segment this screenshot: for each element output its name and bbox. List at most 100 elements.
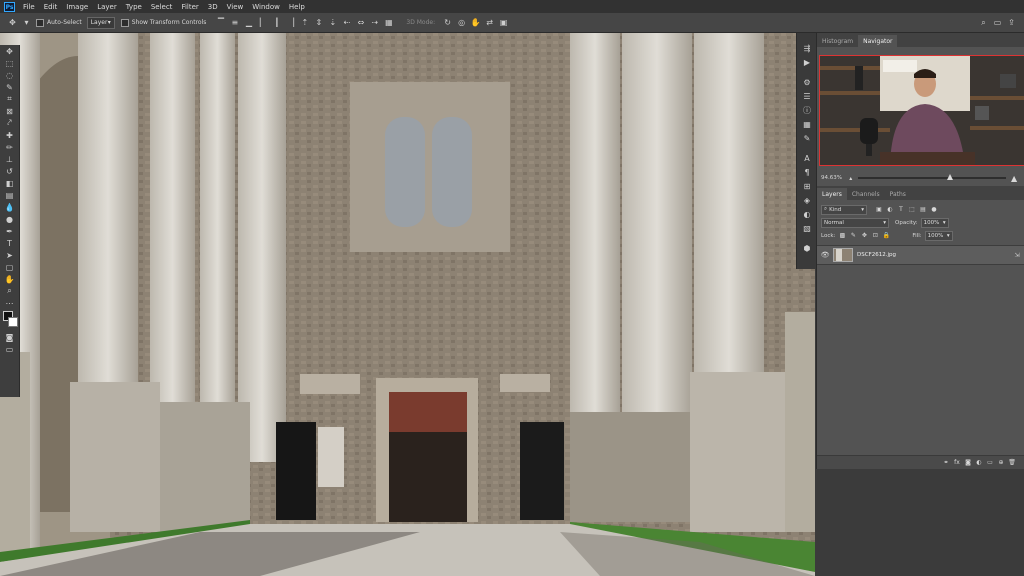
auto-select-target-dropdown[interactable]: Layer ▾ (86, 16, 115, 29)
opacity-input[interactable]: 100% ▾ (920, 217, 949, 228)
menu-3d[interactable]: 3D (208, 3, 218, 11)
pen-tool-icon[interactable]: ✒ (0, 225, 19, 237)
workspace-icon[interactable]: ▭ (993, 18, 1002, 27)
tab-layers[interactable]: Layers (817, 188, 847, 200)
zoom-out-icon[interactable]: ▴ (847, 174, 855, 182)
menu-window[interactable]: Window (252, 3, 280, 11)
character-panel-icon[interactable]: A (797, 151, 817, 165)
quick-select-tool-icon[interactable]: ✎ (0, 81, 19, 93)
align-middle-icon[interactable]: ≡ (230, 18, 239, 27)
3d-panel-icon[interactable]: ⬢ (797, 241, 817, 255)
history-brush-tool-icon[interactable]: ↺ (0, 165, 19, 177)
document-canvas[interactable] (0, 32, 815, 576)
layer-row[interactable]: 👁 DSCF2612.jpg ⇲ (817, 246, 1024, 265)
blend-mode-dropdown[interactable]: Normal ▾ (821, 217, 889, 228)
gradient-tool-icon[interactable]: ▤ (0, 189, 19, 201)
menu-type[interactable]: Type (126, 3, 142, 11)
fill-input[interactable]: 100% ▾ (924, 230, 953, 241)
lock-position-icon[interactable]: ✥ (860, 232, 868, 240)
3d-rotate-icon[interactable]: ↻ (443, 18, 452, 27)
show-transform-checkbox[interactable] (120, 18, 129, 27)
menu-filter[interactable]: Filter (181, 3, 198, 11)
actions-panel-icon[interactable]: ▶ (797, 55, 817, 69)
lock-transparent-icon[interactable]: ▩ (838, 232, 846, 240)
filter-toggle-icon[interactable]: ● (930, 206, 938, 214)
delete-layer-icon[interactable]: 🗑 (1008, 459, 1016, 467)
adjustment-layer-icon[interactable]: ◐ (975, 459, 983, 467)
distribute-right-icon[interactable]: ⇢ (370, 18, 379, 27)
info-panel-icon[interactable]: ⓘ (797, 103, 817, 117)
eraser-tool-icon[interactable]: ◧ (0, 177, 19, 189)
color-swatches[interactable] (0, 309, 19, 331)
3d-slide-icon[interactable]: ⇄ (485, 18, 494, 27)
menu-file[interactable]: File (23, 3, 35, 11)
brushes-panel-icon[interactable]: ✎ (797, 131, 817, 145)
crop-tool-icon[interactable]: ⌗ (0, 93, 19, 105)
tab-histogram[interactable]: Histogram (817, 35, 858, 47)
zoom-slider-thumb[interactable] (946, 174, 953, 180)
eye-visibility-icon[interactable]: 👁 (821, 251, 830, 259)
distribute-top-icon[interactable]: ⇡ (300, 18, 309, 27)
search-icon[interactable]: ⌕ (979, 18, 988, 27)
lock-image-icon[interactable]: ✎ (849, 232, 857, 240)
distribute-left-icon[interactable]: ⇠ (342, 18, 351, 27)
tab-navigator[interactable]: Navigator (858, 35, 898, 47)
filter-pixel-icon[interactable]: ▣ (875, 206, 883, 214)
new-layer-icon[interactable]: ⊕ (997, 459, 1005, 467)
tab-channels[interactable]: Channels (847, 188, 885, 200)
menu-select[interactable]: Select (151, 3, 173, 11)
properties-panel-icon[interactable]: ☰ (797, 89, 817, 103)
add-mask-icon[interactable]: ◙ (964, 459, 972, 467)
styles-panel-icon[interactable]: ◈ (797, 193, 817, 207)
3d-pan-icon[interactable]: ✋ (471, 18, 481, 27)
lasso-tool-icon[interactable]: ◌ (0, 69, 19, 81)
swatches-panel-icon[interactable]: ⊞ (797, 179, 817, 193)
layer-filter-dropdown[interactable]: ⌕ Kind ▾ (821, 204, 867, 215)
background-color-swatch[interactable] (8, 317, 18, 327)
3d-scale-icon[interactable]: ▣ (499, 18, 508, 27)
lock-all-icon[interactable]: 🔒 (882, 232, 890, 240)
chevron-down-icon[interactable]: ▾ (22, 18, 31, 27)
distribute-bottom-icon[interactable]: ⇣ (328, 18, 337, 27)
layer-name[interactable]: DSCF2612.jpg (857, 252, 896, 258)
tab-paths[interactable]: Paths (885, 188, 911, 200)
zoom-slider[interactable] (857, 174, 1007, 180)
fx-icon[interactable]: fx (953, 459, 961, 467)
zoom-tool-icon[interactable]: ⌕ (0, 285, 19, 297)
dodge-tool-icon[interactable]: ● (0, 213, 19, 225)
filter-smart-object-icon[interactable]: ▤ (919, 206, 927, 214)
share-icon[interactable]: ⇪ (1007, 18, 1016, 27)
photoshop-logo[interactable]: Ps (4, 1, 15, 12)
menu-help[interactable]: Help (289, 3, 305, 11)
menu-edit[interactable]: Edit (44, 3, 58, 11)
brush-tool-icon[interactable]: ✏ (0, 141, 19, 153)
libraries-panel-icon[interactable]: ▦ (797, 117, 817, 131)
filter-type-icon[interactable]: T (897, 206, 905, 214)
align-bottom-icon[interactable]: ▁ (244, 18, 253, 27)
filter-shape-icon[interactable]: ⬚ (908, 206, 916, 214)
quick-mask-icon[interactable]: ◙ (0, 331, 19, 343)
healing-brush-tool-icon[interactable]: ✚ (0, 129, 19, 141)
zoom-in-icon[interactable]: ▲ (1010, 174, 1018, 183)
type-tool-icon[interactable]: T (0, 237, 19, 249)
frame-tool-icon[interactable]: ⊠ (0, 105, 19, 117)
path-select-tool-icon[interactable]: ➤ (0, 249, 19, 261)
menu-view[interactable]: View (227, 3, 244, 11)
link-layers-icon[interactable]: ⚭ (942, 459, 950, 467)
marquee-tool-icon[interactable]: ⬚ (0, 57, 19, 69)
filter-adjustment-icon[interactable]: ◐ (886, 206, 894, 214)
blur-tool-icon[interactable]: 💧 (0, 201, 19, 213)
clone-stamp-tool-icon[interactable]: ⊥ (0, 153, 19, 165)
hand-tool-icon[interactable]: ✋ (0, 273, 19, 285)
history-panel-icon[interactable]: ⇶ (797, 41, 817, 55)
navigator-preview[interactable] (819, 55, 1024, 166)
color-panel-icon[interactable]: ◐ (797, 207, 817, 221)
shape-tool-icon[interactable]: ▢ (0, 261, 19, 273)
move-tool-icon[interactable]: ✥ (8, 18, 17, 27)
eyedropper-tool-icon[interactable]: ⤤ (0, 117, 19, 129)
lock-artboard-icon[interactable]: ⊡ (871, 232, 879, 240)
more-tools-icon[interactable]: ⋯ (0, 297, 19, 309)
3d-roll-icon[interactable]: ◎ (457, 18, 466, 27)
auto-select-checkbox[interactable] (36, 18, 44, 27)
distribute-center-icon[interactable]: ⇔ (356, 18, 365, 27)
